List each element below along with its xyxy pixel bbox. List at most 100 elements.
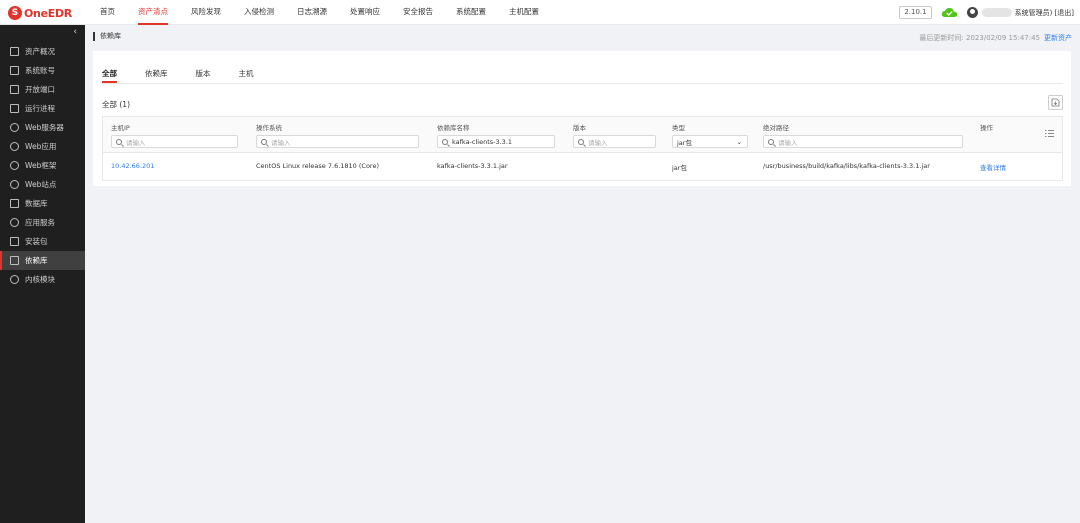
package-icon [10, 237, 19, 246]
top-navbar: S OneEDR 首页 资产清点 风险发现 入侵检测 日志溯源 处置响应 安全报… [0, 0, 1080, 25]
sidebar-item-web-server[interactable]: Web服务器 [0, 118, 85, 137]
col-header-type: 类型 [672, 124, 685, 132]
web-app-icon [10, 142, 19, 151]
nav-item-security-report[interactable]: 安全报告 [403, 0, 433, 25]
kernel-module-icon [10, 275, 19, 284]
sidebar-item-label: 安装包 [25, 237, 48, 246]
collapse-sidebar-icon[interactable]: ‹ [73, 27, 77, 37]
cell-os: CentOS Linux release 7.6.1810 (Core) [256, 162, 379, 170]
username-redacted [981, 8, 1012, 17]
search-icon [442, 138, 448, 145]
sidebar-menu: 资产概况 系统账号 开放端口 运行进程 Web服务器 Web应用 Web框架 W… [0, 42, 85, 289]
nav-item-risk-discovery[interactable]: 风险发现 [191, 0, 221, 25]
sidebar-item-label: Web服务器 [25, 123, 64, 132]
sidebar-item-database[interactable]: 数据库 [0, 194, 85, 213]
export-icon [1051, 98, 1060, 107]
app-service-icon [10, 218, 19, 227]
dependency-icon [10, 256, 19, 265]
sidebar-item-web-site[interactable]: Web站点 [0, 175, 85, 194]
table-header: 主机IP 操作系统 依赖库名称 版本 类型 绝对路径 操作 请输入 请输入 ka… [103, 117, 1062, 153]
type-select[interactable]: jar包 ⌄ [672, 135, 748, 148]
sidebar-item-label: 依赖库 [25, 256, 48, 265]
cloud-status-icon[interactable] [941, 7, 958, 18]
col-header-actions: 操作 [980, 124, 993, 132]
tab-all[interactable]: 全部 [102, 68, 117, 83]
port-icon [10, 85, 19, 94]
nav-item-home[interactable]: 首页 [100, 0, 115, 25]
sidebar: ‹ 资产概况 系统账号 开放端口 运行进程 Web服务器 Web应用 Web框架… [0, 25, 85, 523]
tab-divider [102, 83, 1063, 84]
host-ip-filter[interactable]: 请输入 [111, 135, 238, 148]
content-panel: 全部 依赖库 版本 主机 全部 (1) 主机IP 操作系统 依赖库名称 版本 类… [93, 51, 1071, 186]
col-header-host-ip: 主机IP [111, 124, 130, 132]
col-header-library-name: 依赖库名称 [437, 124, 470, 132]
cell-type: jar包 [672, 164, 687, 172]
table-row: 10.42.66.201 CentOS Linux release 7.6.18… [103, 153, 1062, 180]
nav-item-asset-inventory[interactable]: 资产清点 [138, 0, 168, 25]
sidebar-item-dependencies[interactable]: 依赖库 [0, 251, 85, 270]
nav-item-intrusion-detection[interactable]: 入侵检测 [244, 0, 274, 25]
breadcrumb: 依赖库 [93, 32, 121, 41]
chevron-down-icon: ⌄ [736, 137, 742, 146]
last-updated: 最后更新时间: 2023/02/09 15:47:45 更新资产 [919, 33, 1072, 43]
export-button[interactable] [1048, 95, 1063, 110]
sidebar-item-processes[interactable]: 运行进程 [0, 99, 85, 118]
version-badge[interactable]: 2.10.1 [899, 6, 932, 19]
sidebar-item-overview[interactable]: 资产概况 [0, 42, 85, 61]
nav-item-log-tracing[interactable]: 日志溯源 [297, 0, 327, 25]
tab-dependency[interactable]: 依赖库 [145, 68, 168, 83]
tab-host[interactable]: 主机 [239, 68, 254, 83]
os-filter[interactable]: 请输入 [256, 135, 419, 148]
account-icon [10, 66, 19, 75]
process-icon [10, 104, 19, 113]
result-count: 全部 (1) [102, 100, 131, 109]
dependency-table: 主机IP 操作系统 依赖库名称 版本 类型 绝对路径 操作 请输入 请输入 ka… [102, 116, 1063, 181]
web-server-icon [10, 123, 19, 132]
user-role-logout[interactable]: 系统管理员) [退出] [1015, 8, 1074, 18]
overview-icon [10, 47, 19, 56]
library-name-filter[interactable]: kafka-clients-3.3.1 [437, 135, 555, 148]
sidebar-item-ports[interactable]: 开放端口 [0, 80, 85, 99]
web-site-icon [10, 180, 19, 189]
sidebar-item-label: 资产概况 [25, 47, 55, 56]
cell-path: /usr/business/build/kafka/libs/kafka-cli… [763, 162, 930, 170]
sidebar-item-accounts[interactable]: 系统账号 [0, 61, 85, 80]
sidebar-item-label: 开放端口 [25, 85, 55, 94]
search-icon [116, 138, 122, 145]
sidebar-item-label: 运行进程 [25, 104, 55, 113]
cell-library-name: kafka-clients-3.3.1.jar [437, 162, 508, 170]
tab-bar: 全部 依赖库 版本 主机 [102, 68, 282, 83]
view-details-link[interactable]: 查看详情 [980, 162, 1006, 172]
sidebar-item-label: Web应用 [25, 142, 57, 151]
version-filter[interactable]: 请输入 [573, 135, 656, 148]
web-framework-icon [10, 161, 19, 170]
user-avatar-icon[interactable] [966, 7, 978, 18]
last-updated-text: 最后更新时间: 2023/02/09 15:47:45 [919, 34, 1040, 42]
logo-text: OneEDR [24, 6, 72, 20]
tab-version[interactable]: 版本 [196, 68, 211, 83]
sidebar-item-web-app[interactable]: Web应用 [0, 137, 85, 156]
sidebar-item-label: 数据库 [25, 199, 48, 208]
sidebar-item-label: Web框架 [25, 161, 57, 170]
sidebar-item-label: 应用服务 [25, 218, 55, 227]
path-filter[interactable]: 请输入 [763, 135, 963, 148]
col-header-os: 操作系统 [256, 124, 282, 132]
update-assets-link[interactable]: 更新资产 [1044, 34, 1072, 42]
sidebar-item-app-service[interactable]: 应用服务 [0, 213, 85, 232]
sidebar-item-label: 内核模块 [25, 275, 55, 284]
col-header-version: 版本 [573, 124, 586, 132]
search-icon [261, 138, 267, 145]
header-tools: 2.10.1 系统管理员) [退出] [899, 5, 1074, 20]
sidebar-item-web-framework[interactable]: Web框架 [0, 156, 85, 175]
col-header-path: 绝对路径 [763, 124, 789, 132]
sidebar-item-kernel-modules[interactable]: 内核模块 [0, 270, 85, 289]
cell-host-ip[interactable]: 10.42.66.201 [111, 162, 154, 170]
search-icon [768, 138, 774, 145]
logo-icon: S [8, 6, 22, 20]
nav-item-system-config[interactable]: 系统配置 [456, 0, 486, 25]
nav-item-response[interactable]: 处置响应 [350, 0, 380, 25]
app-logo[interactable]: S OneEDR [8, 5, 72, 21]
nav-item-host-config[interactable]: 主机配置 [509, 0, 539, 25]
column-settings-icon[interactable] [1045, 129, 1054, 138]
sidebar-item-packages[interactable]: 安装包 [0, 232, 85, 251]
